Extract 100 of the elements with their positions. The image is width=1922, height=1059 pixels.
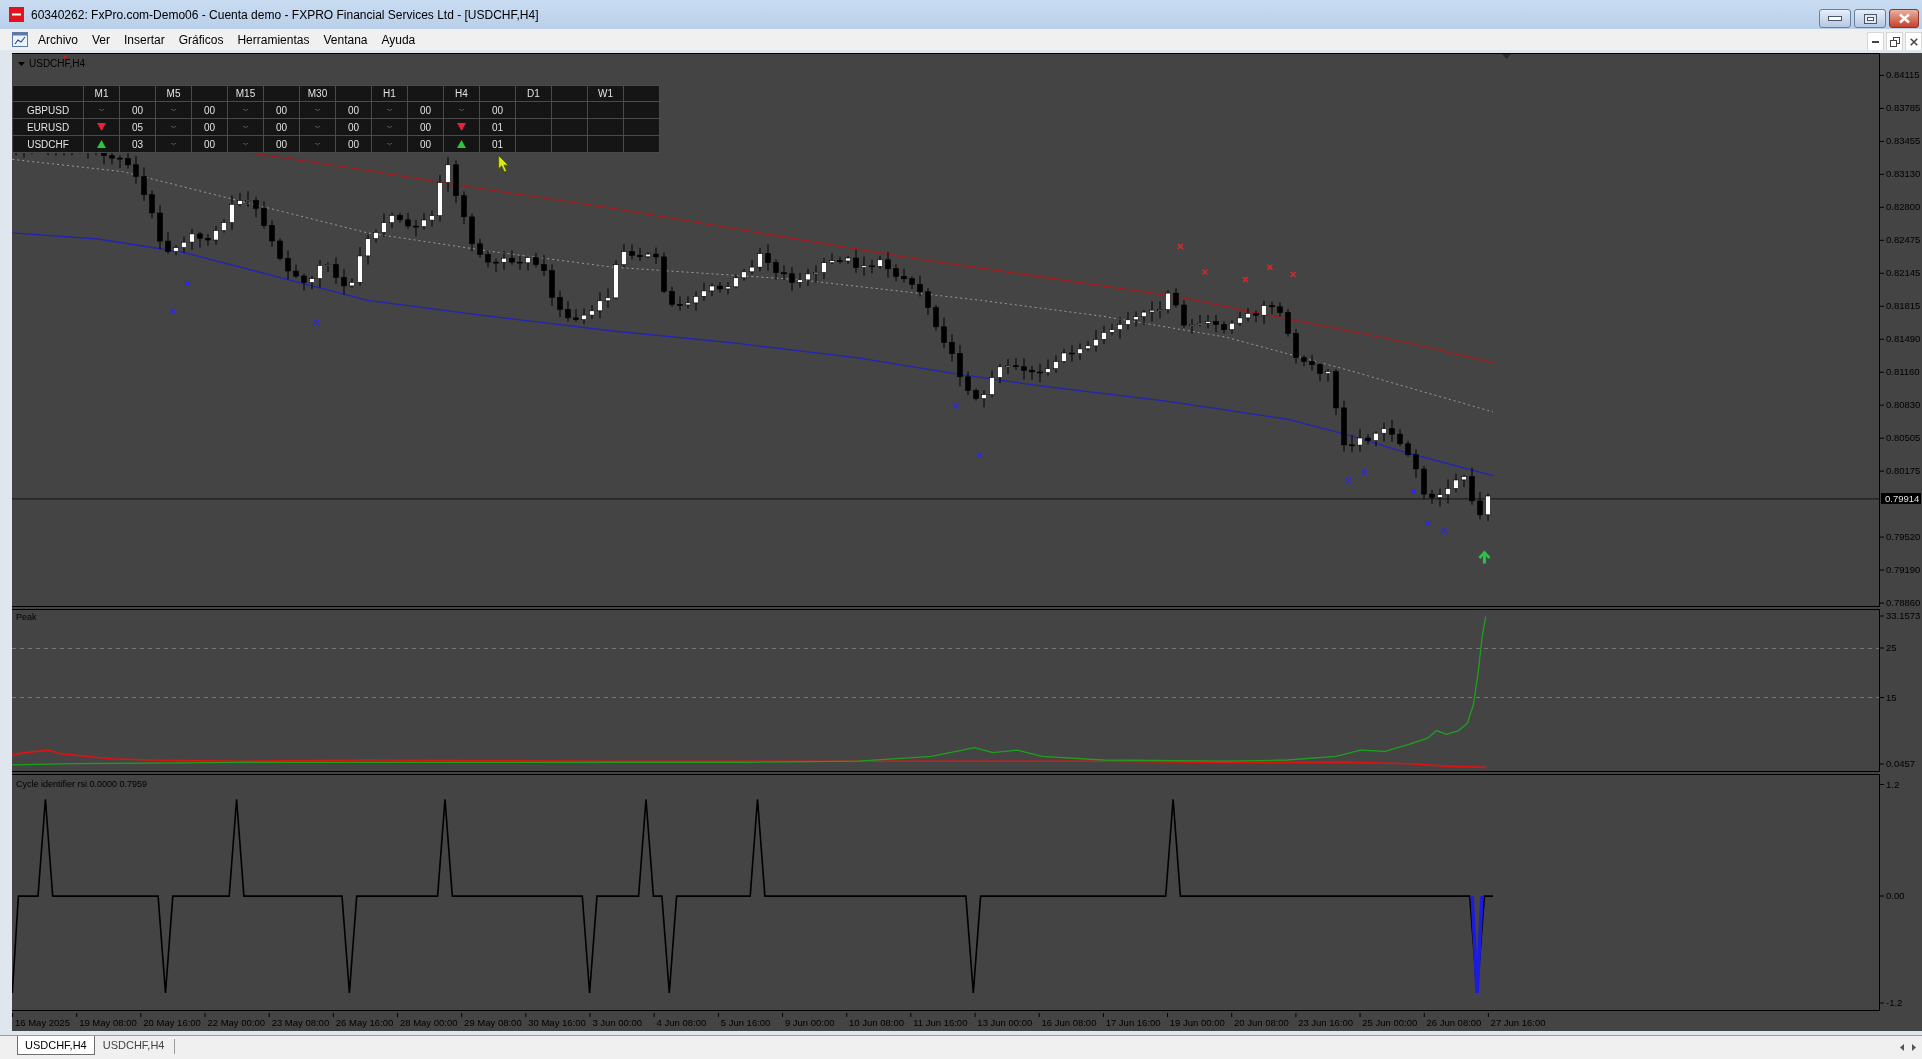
dash-icon	[171, 109, 176, 111]
chart-tab[interactable]: USDCHF,H4	[94, 1036, 173, 1055]
restore-button[interactable]	[1886, 32, 1903, 50]
up-arrow-icon	[1478, 550, 1491, 564]
price-label: 0.82800	[1886, 201, 1921, 213]
column-header: W1	[587, 85, 624, 102]
time-label: 9 Jun 00:00	[784, 1017, 835, 1029]
table-cell: 00	[407, 118, 444, 136]
price-label: 0.83785	[1886, 102, 1921, 114]
time-label: 27 Jun 16:00	[1490, 1017, 1546, 1029]
cross-marker-icon	[1440, 527, 1448, 534]
price-label: 0.81160	[1886, 366, 1920, 378]
time-label: 30 May 16:00	[528, 1017, 586, 1029]
dash-icon	[459, 109, 464, 111]
table-cell: GBPUSD	[12, 101, 84, 119]
dash-icon	[243, 109, 248, 111]
scroll-left-icon	[1900, 1044, 1904, 1051]
menu-item[interactable]: Herramientas	[230, 29, 317, 50]
minimize-icon	[1872, 40, 1879, 43]
dash-icon	[171, 126, 176, 128]
column-header: M5	[155, 85, 192, 102]
axis-label: 1.2	[1886, 778, 1900, 790]
time-label: 13 Jun 00:00	[977, 1017, 1033, 1029]
time-label: 20 Jun 08:00	[1233, 1017, 1289, 1029]
down-triangle-icon	[457, 123, 466, 131]
price-label: 0.82475	[1886, 234, 1921, 246]
axis-label: 33.1573	[1886, 610, 1921, 621]
axis-label: -1.2	[1886, 997, 1903, 1008]
time-label: 11 Jun 16:00	[913, 1017, 968, 1029]
table-cell: EURUSD	[12, 118, 84, 136]
minimize-button[interactable]	[1819, 9, 1851, 28]
menu-item[interactable]: Gráficos	[171, 29, 231, 50]
table-cell: 00	[263, 118, 300, 136]
time-label: 28 May 00:00	[399, 1017, 458, 1029]
price-label: 0.83455	[1886, 135, 1921, 147]
close-icon	[1897, 13, 1911, 24]
table-cell: 00	[191, 118, 228, 136]
price-label: 0.80175	[1886, 465, 1921, 477]
price-label: 0.84115	[1886, 69, 1920, 81]
time-label: 26 Jun 08:00	[1426, 1017, 1482, 1029]
maximize-icon	[1863, 13, 1877, 24]
table-cell: 01	[479, 118, 516, 136]
time-label: 19 May 08:00	[79, 1017, 137, 1029]
axis-label: 15	[1886, 691, 1897, 703]
time-label: 25 Jun 00:00	[1362, 1017, 1418, 1029]
shift-marker-icon	[1502, 54, 1511, 59]
dash-icon	[99, 109, 104, 111]
time-label: 29 May 08:00	[464, 1017, 522, 1029]
price-label: 0.81815	[1886, 300, 1921, 312]
price-label: 0.79190	[1886, 564, 1921, 576]
table-cell: 00	[119, 101, 156, 119]
caret-icon	[18, 62, 25, 66]
menu-item[interactable]: Insertar	[117, 29, 172, 50]
dash-icon	[315, 109, 320, 111]
column-header: D1	[515, 85, 552, 102]
cross-marker-icon	[1424, 520, 1432, 527]
column-header: M15	[227, 85, 264, 102]
column-header: M1	[83, 85, 120, 102]
app-icon	[9, 7, 24, 22]
menu-item[interactable]: Ver	[85, 29, 118, 50]
time-label: 23 Jun 16:00	[1298, 1017, 1354, 1029]
window-title: 60340262: FxPro.com-Demo06 - Cuenta demo - FXPRO Financial Services Ltd - [USDCHF,H4]	[31, 7, 539, 22]
time-label: 16 Jun 08:00	[1041, 1017, 1097, 1029]
time-label: 5 Jun 16:00	[720, 1017, 771, 1029]
price-label: 0.82145	[1886, 267, 1921, 279]
indicator-title: Peak	[16, 612, 37, 623]
time-label: 23 May 08:00	[271, 1017, 330, 1029]
restore-icon	[1889, 36, 1900, 47]
column-header: M30	[299, 85, 336, 102]
chart-title: USDCHF,H4	[29, 58, 86, 70]
cross-mark-icon	[63, 55, 67, 59]
table-cell: 00	[191, 101, 228, 119]
close-button[interactable]	[1889, 9, 1919, 28]
price-label: 0.78860	[1886, 597, 1921, 609]
current-price-label: 0.79914	[1881, 493, 1922, 505]
table-cell: 05	[119, 118, 156, 136]
menu-item[interactable]: Archivo	[31, 29, 85, 50]
menu-item[interactable]: Ayuda	[374, 29, 423, 50]
minimize-icon	[1828, 16, 1842, 21]
time-label: 16 May 2025	[15, 1017, 70, 1029]
table-cell: 00	[335, 101, 372, 119]
price-label: 0.81490	[1886, 333, 1921, 345]
down-triangle-icon	[97, 123, 106, 131]
menu-item[interactable]: Ventana	[316, 29, 375, 50]
close-icon	[1909, 37, 1918, 46]
dash-icon	[387, 126, 392, 128]
maximize-button[interactable]	[1854, 9, 1886, 28]
column-header: H4	[443, 85, 480, 102]
axis-label: 0.0457	[1886, 758, 1916, 769]
table-cell: 00	[335, 118, 372, 136]
axis-label: 0.00	[1886, 890, 1905, 901]
time-label: 19 Jun 00:00	[1169, 1017, 1225, 1029]
scroll-right-icon	[1912, 1044, 1916, 1051]
price-label: 0.80830	[1886, 399, 1921, 411]
time-label: 10 Jun 08:00	[849, 1017, 904, 1029]
axis-label: 25	[1886, 642, 1897, 653]
dash-icon	[243, 126, 248, 128]
price-label: 0.80505	[1886, 432, 1921, 444]
chart-tab[interactable]: USDCHF,H4	[17, 1036, 95, 1055]
price-label: 0.83130	[1886, 168, 1921, 180]
